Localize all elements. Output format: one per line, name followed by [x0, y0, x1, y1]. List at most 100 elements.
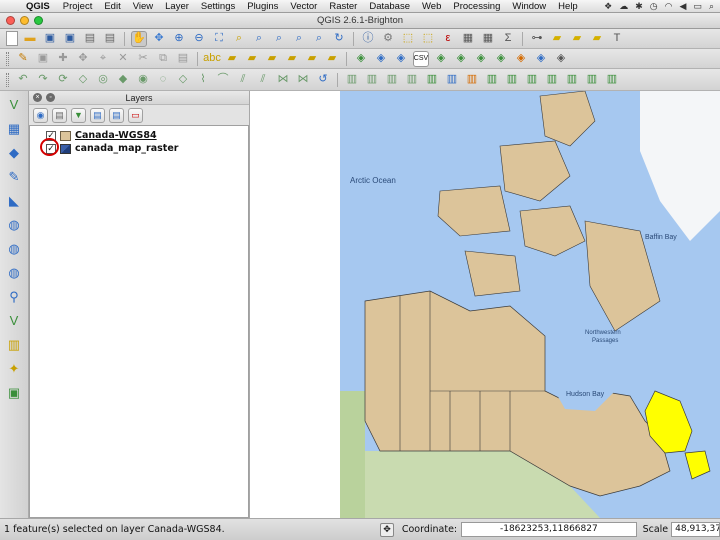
clock-icon[interactable]: ◷	[650, 1, 658, 12]
toolbar-grip[interactable]	[6, 72, 9, 87]
menu-edit[interactable]: Edit	[98, 1, 126, 12]
open-project-icon[interactable]: ▬	[22, 31, 38, 47]
add-ring-icon[interactable]: ◎	[95, 72, 111, 88]
add-mssql-layer-icon[interactable]: ◈	[533, 51, 549, 67]
minimize-window-button[interactable]	[20, 16, 29, 25]
delete-ring-icon[interactable]: ◌	[155, 72, 171, 88]
menu-settings[interactable]: Settings	[195, 1, 241, 12]
refresh-icon[interactable]: ↻	[331, 31, 347, 47]
new-bookmark-icon[interactable]: ▰	[569, 31, 585, 47]
coordinate-field[interactable]: -18623253,11866827	[461, 522, 637, 537]
add-oracle-layer-icon[interactable]: ◈	[513, 51, 529, 67]
menu-view[interactable]: View	[127, 1, 159, 12]
map-tips-icon[interactable]: ▰	[549, 31, 565, 47]
pan-icon[interactable]: ✋	[131, 30, 147, 47]
add-delimited-text-layer-icon[interactable]: ⚲	[4, 287, 24, 306]
add-group-icon[interactable]: ▤	[52, 107, 67, 123]
close-window-button[interactable]	[6, 16, 15, 25]
add-postgis-layer-icon[interactable]: ◆	[4, 143, 24, 162]
add-part-icon[interactable]: ◆	[115, 72, 131, 88]
trace-icon[interactable]: ▥	[404, 72, 420, 88]
add-wcs-layer-icon[interactable]: ◈	[453, 51, 469, 67]
collapse-all-icon[interactable]: ▤	[109, 107, 124, 123]
road-graph-icon[interactable]: ▥	[584, 72, 600, 88]
identify-icon[interactable]: ⓘ	[360, 31, 376, 47]
map-render[interactable]: Arctic Ocean Baffin Bay Northwestern Pas…	[340, 91, 720, 518]
bluetooth-icon[interactable]: ✱	[635, 1, 643, 12]
zoom-native-icon[interactable]: ⌕	[271, 31, 287, 47]
toggle-extents-icon[interactable]: ✥	[380, 522, 394, 537]
field-calculator-icon[interactable]: ▦	[480, 31, 496, 47]
zoom-next-icon[interactable]: ⌕	[311, 31, 327, 47]
menu-window[interactable]: Window	[506, 1, 552, 12]
add-delimited-layer-icon[interactable]: ◈	[553, 51, 569, 67]
fill-ring-icon[interactable]: ◉	[135, 72, 151, 88]
filter-legend-icon[interactable]: ▼	[71, 107, 86, 123]
expression-select-icon[interactable]: ε	[440, 31, 456, 47]
menu-web[interactable]: Web	[416, 1, 447, 12]
add-vector-layer-icon[interactable]: ◈	[353, 51, 369, 67]
layer-labeling-icon[interactable]: ▰	[224, 51, 240, 67]
label-icon[interactable]: abc	[203, 51, 221, 67]
zoom-to-layer-icon[interactable]: ⌕	[251, 31, 267, 47]
simplify-feature-icon[interactable]: ◇	[75, 72, 91, 88]
add-postgis-layer-icon[interactable]: ◈	[393, 51, 409, 67]
coordinate-capture-icon[interactable]: ▥	[544, 72, 560, 88]
save-as-icon[interactable]: ▣	[62, 31, 78, 47]
pin-labels-icon[interactable]: ▰	[244, 51, 260, 67]
heatmap-icon[interactable]: ▥	[464, 72, 480, 88]
toolbar-grip[interactable]	[6, 51, 9, 66]
map-canvas[interactable]: Arctic Ocean Baffin Bay Northwestern Pas…	[250, 91, 720, 518]
offline-editing-icon[interactable]: ▥	[604, 72, 620, 88]
layer-style-icon[interactable]: ◉	[33, 107, 48, 123]
zoom-window-button[interactable]	[34, 16, 43, 25]
pan-to-selection-icon[interactable]: ✥	[151, 31, 167, 47]
paste-features-icon[interactable]: ▤	[175, 51, 191, 67]
remove-layer-icon[interactable]: ▭	[128, 107, 143, 123]
action-icon[interactable]: ⚙	[380, 31, 396, 47]
spotlight-icon[interactable]: ⌕	[709, 1, 714, 12]
select-features-icon[interactable]: ⬚	[400, 31, 416, 47]
attribute-table-icon[interactable]: ▦	[460, 31, 476, 47]
cut-features-icon[interactable]: ✂	[135, 51, 151, 67]
volume-icon[interactable]: ◀	[680, 1, 687, 12]
rotate-feature-icon[interactable]: ⟳	[55, 72, 71, 88]
menu-database[interactable]: Database	[363, 1, 416, 12]
add-spatialite-layer-icon[interactable]: ✎	[4, 167, 24, 186]
add-mssql-layer-icon[interactable]: ◣	[4, 191, 24, 210]
split-features-icon[interactable]: ⫽	[235, 72, 251, 88]
menu-raster[interactable]: Raster	[323, 1, 363, 12]
merge-features-icon[interactable]: ⋈	[275, 72, 291, 88]
gps-icon[interactable]: ▥	[524, 72, 540, 88]
deselect-icon[interactable]: ⬚	[420, 31, 436, 47]
add-wms-layer-icon[interactable]: ◈	[433, 51, 449, 67]
new-shapefile-layer-icon[interactable]: V	[4, 311, 24, 330]
vertex-tool-icon[interactable]: ▥	[344, 72, 360, 88]
delete-part-icon[interactable]: ◇	[175, 72, 191, 88]
new-project-icon[interactable]	[6, 31, 18, 46]
zoom-in-icon[interactable]: ⊕	[171, 31, 187, 47]
topology-icon[interactable]: ▥	[384, 72, 400, 88]
interpolation-icon[interactable]: ▥	[484, 72, 500, 88]
menu-project[interactable]: Project	[57, 1, 99, 12]
add-raster-layer-icon[interactable]: ▦	[4, 119, 24, 138]
composer-manager-icon[interactable]: ▤	[102, 31, 118, 47]
toggle-editing-icon[interactable]: ✎	[15, 51, 31, 67]
move-feature-icon[interactable]: ✥	[75, 51, 91, 67]
move-label-icon[interactable]: ▰	[284, 51, 300, 67]
dropbox-icon[interactable]: ❖	[604, 1, 612, 12]
battery-icon[interactable]: ▭	[693, 1, 702, 12]
menu-vector[interactable]: Vector	[284, 1, 323, 12]
add-spatialite-layer-icon[interactable]: ◈	[493, 51, 509, 67]
expand-all-icon[interactable]: ▤	[90, 107, 105, 123]
zoom-out-icon[interactable]: ⊖	[191, 31, 207, 47]
save-edits-icon[interactable]: ▣	[35, 51, 51, 67]
grass-tools-icon[interactable]: ▥	[424, 72, 440, 88]
menu-app-name[interactable]: QGIS	[22, 1, 57, 12]
offset-curve-icon[interactable]: ⌒	[215, 72, 231, 88]
zoom-last-icon[interactable]: ⌕	[291, 31, 307, 47]
merge-attributes-icon[interactable]: ⋈	[295, 72, 311, 88]
menu-layer[interactable]: Layer	[159, 1, 195, 12]
add-virtual-layer-icon[interactable]: ▣	[4, 383, 24, 402]
add-raster-layer-icon[interactable]: ◈	[373, 51, 389, 67]
